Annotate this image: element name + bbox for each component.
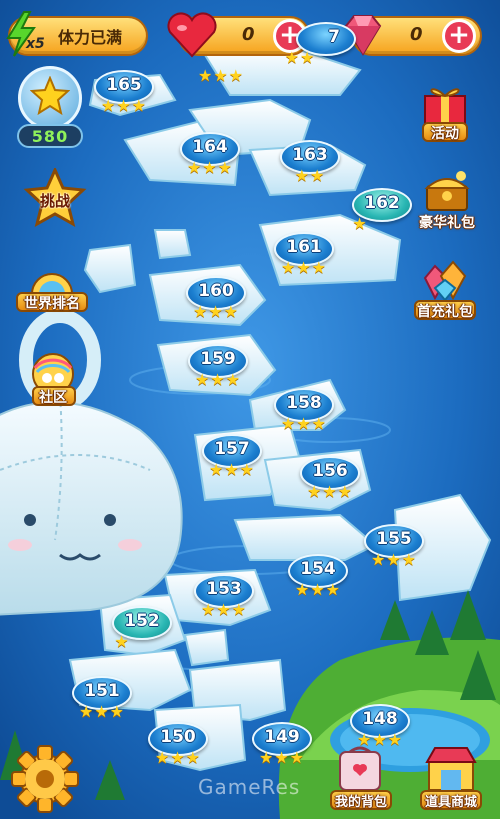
gear-icon[interactable] (10, 744, 80, 814)
challenge-button[interactable]: 挑战 (20, 168, 90, 230)
luxury-gift-label: 豪华礼包 (419, 215, 475, 231)
level-node-160[interactable]: 160 ★★★ (186, 276, 246, 322)
challenge-label: 挑战 (39, 192, 70, 210)
add-gems-button[interactable]: + (442, 19, 476, 53)
first-charge-gift-label: 首充礼包 (417, 304, 473, 320)
level-node-157[interactable]: 157 ★★★ (202, 434, 262, 480)
level-stars: ★★★ (200, 600, 248, 619)
level-number: 159 (200, 349, 236, 369)
first-charge-gift-button[interactable]: 首充礼包 (410, 258, 480, 324)
level-number: 161 (286, 237, 322, 257)
level-stars: ★★★ (186, 158, 234, 177)
energy-count: x5 (26, 36, 45, 52)
shop-icon (425, 747, 477, 791)
level-stars: ★★ (294, 166, 326, 185)
level-number: 155 (376, 529, 412, 549)
level-number: 149 (264, 727, 300, 747)
backpack-button[interactable]: 我的背包 (330, 744, 392, 814)
level-stars: ★★★ (192, 302, 240, 321)
item-shop-button[interactable]: 道具商城 (416, 744, 486, 814)
gems-count: 0 (410, 24, 423, 45)
level-stars-partial-left: ★★★ (197, 66, 245, 85)
level-stars: ★★★ (294, 580, 342, 599)
level-node-149[interactable]: 149 ★★★ (252, 722, 312, 768)
world-rank-button[interactable]: 世界排名 (12, 258, 92, 316)
level-number: 160 (198, 281, 234, 301)
level-number: 163 (292, 145, 328, 165)
level-stars: ★★★ (306, 482, 354, 501)
level-stars: ★★★ (370, 550, 418, 569)
score-value: 580 (31, 127, 69, 146)
activity-label: 活动 (431, 126, 459, 142)
level-stars: ★★★ (258, 748, 306, 767)
star-icon (30, 76, 70, 116)
level-number: 150 (160, 727, 196, 747)
level-number: 154 (300, 559, 336, 579)
level-node-154[interactable]: 154 ★★★ (288, 554, 348, 600)
level-node-156[interactable]: 156 ★★★ (300, 456, 360, 502)
level-stars: ★★★ (208, 460, 256, 479)
heart-icon (167, 12, 217, 58)
level-stars: ★★★ (100, 96, 148, 115)
level-stars: ★ (114, 632, 130, 651)
level-number: 165 (106, 75, 142, 95)
community-button[interactable]: 社区 (18, 352, 88, 412)
world-rank-label: 世界排名 (24, 296, 80, 312)
backpack-label: 我的背包 (334, 795, 387, 810)
level-node-158[interactable]: 158 ★★★ (274, 388, 334, 434)
hearts-count: 0 (242, 24, 255, 45)
level-stars: ★★★ (280, 414, 328, 433)
level-number: 148 (362, 709, 398, 729)
gift-box-icon (424, 88, 466, 127)
activity-button[interactable]: 活动 (410, 80, 480, 144)
level-node-155[interactable]: 155 ★★★ (364, 524, 424, 570)
level-number: 158 (286, 393, 322, 413)
level-number: 156 (312, 461, 348, 481)
level-number: 153 (206, 579, 242, 599)
level-stars: ★★★ (194, 370, 242, 389)
level-node-159[interactable]: 159 ★★★ (188, 344, 248, 390)
level-stars: ★★★ (154, 748, 202, 767)
level-node-164[interactable]: 164 ★★★ (180, 132, 240, 178)
treasure-chest-icon (424, 171, 470, 211)
level-node-162[interactable]: 162 ★ (352, 188, 412, 234)
item-shop-label: 道具商城 (424, 795, 477, 810)
community-label: 社区 (39, 390, 67, 406)
level-node-152[interactable]: 152 ★ (112, 606, 172, 652)
level-stars: ★★★ (78, 702, 126, 721)
level-number: 162 (364, 193, 400, 213)
level-stars: ★ (352, 214, 368, 233)
level-node-partial[interactable]: 7 ★★ (285, 22, 356, 68)
level-node-165[interactable]: 165 ★★★ (94, 70, 154, 116)
level-number: 152 (124, 611, 160, 631)
level-number: 164 (192, 137, 228, 157)
globe-icon (30, 273, 74, 294)
level-node-153[interactable]: 153 ★★★ (194, 574, 254, 620)
level-node-151[interactable]: 151 ★★★ (72, 676, 132, 722)
backpack-icon (339, 746, 381, 791)
level-node-161[interactable]: 161 ★★★ (274, 232, 334, 278)
level-number: 151 (84, 681, 120, 701)
gem-pile-icon (423, 260, 467, 302)
level-node-163[interactable]: 163 ★★ (280, 140, 340, 186)
watermark: GameRes (198, 775, 301, 799)
level-number: 7 (328, 27, 340, 47)
level-stars: ★★ (284, 48, 316, 67)
luxury-gift-button[interactable]: 豪华礼包 (412, 168, 482, 234)
energy-status: 体力已满 (58, 28, 123, 47)
level-node-150[interactable]: 150 ★★★ (148, 722, 208, 768)
level-stars: ★★★ (280, 258, 328, 277)
level-number: 157 (214, 439, 250, 459)
